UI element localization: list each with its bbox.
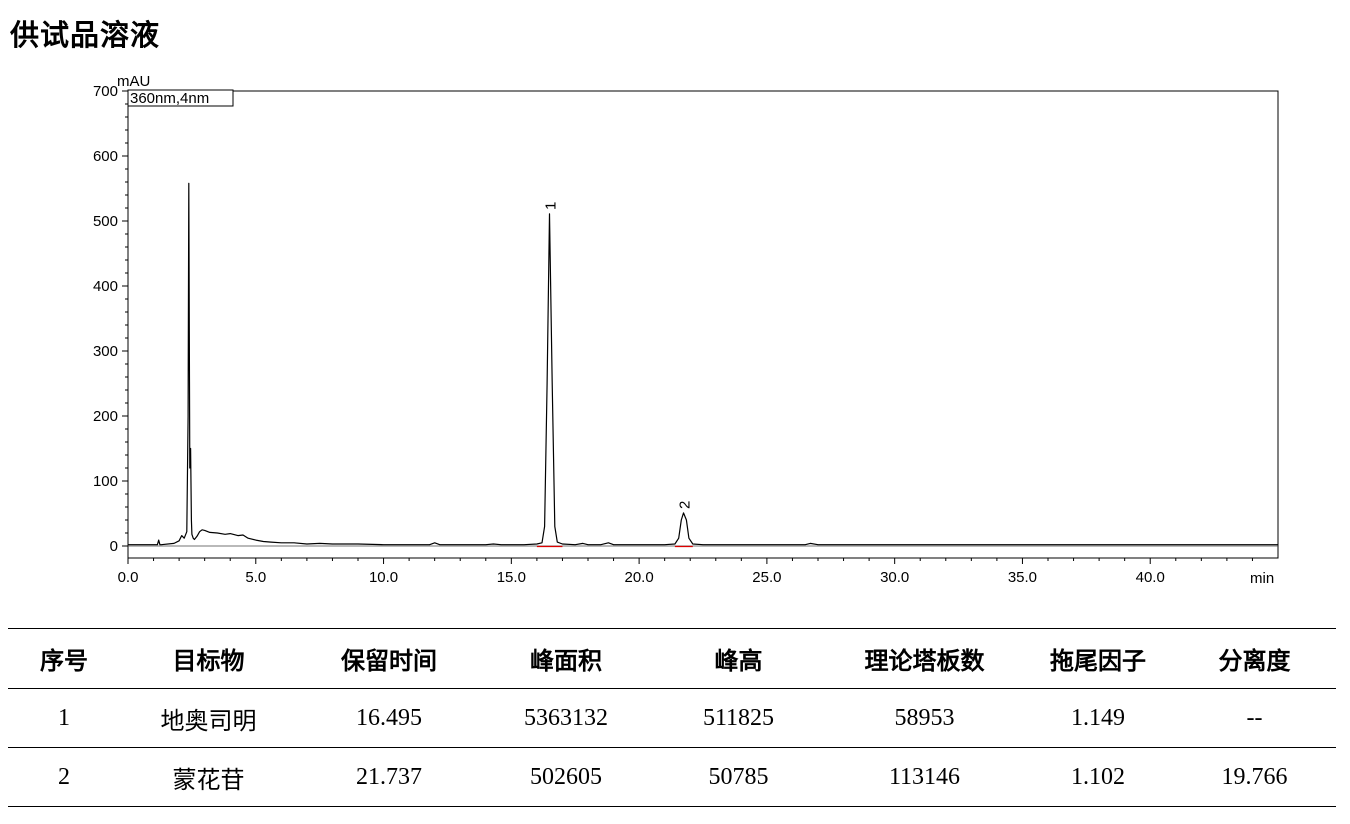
legend-label: 360nm,4nm (130, 90, 209, 107)
chart-axes: 0 100 200 300 400 500 600 700 0.0 5.0 10.0 15.0 20.0… (93, 83, 1279, 586)
y-tick-label: 200 (93, 408, 118, 425)
table-cell: 16.495 (297, 688, 481, 748)
peak-label: 2 (676, 501, 693, 509)
x-tick-label: 30.0 (880, 569, 909, 586)
results-table: 序号 目标物 保留时间 峰面积 峰高 理论塔板数 拖尾因子 分离度 1 地奥司明… (8, 628, 1336, 807)
plot-frame (127, 90, 1279, 559)
header-cell: 峰面积 (481, 628, 651, 689)
header-cell: 目标物 (120, 628, 297, 689)
table-cell: 21.737 (297, 747, 481, 807)
x-axis-label: min (1250, 570, 1274, 587)
x-tick-label: 15.0 (497, 569, 526, 586)
table-row: 2 蒙花苷 21.737 502605 50785 113146 1.102 1… (8, 747, 1336, 807)
table-cell: 50785 (651, 747, 826, 807)
x-tick-label: 0.0 (118, 569, 139, 586)
table-row: 1 地奥司明 16.495 5363132 511825 58953 1.149… (8, 688, 1336, 748)
table-cell: 5363132 (481, 688, 651, 748)
y-tick-label: 0 (110, 538, 118, 555)
header-cell: 理论塔板数 (826, 628, 1023, 689)
table-cell: -- (1173, 688, 1336, 748)
x-tick-label: 25.0 (752, 569, 781, 586)
table-cell: 地奥司明 (120, 688, 297, 748)
table-cell: 19.766 (1173, 747, 1336, 807)
x-tick-label: 40.0 (1136, 569, 1165, 586)
x-tick-label: 10.0 (369, 569, 398, 586)
header-cell: 拖尾因子 (1023, 628, 1173, 689)
y-tick-label: 300 (93, 343, 118, 360)
table-cell: 2 (8, 747, 120, 807)
table-cell: 511825 (651, 688, 826, 748)
header-cell: 序号 (8, 628, 120, 689)
chromatogram-trace (128, 182, 1278, 546)
peak-label: 1 (543, 202, 560, 210)
y-tick-label: 500 (93, 213, 118, 230)
table-cell: 1.102 (1023, 747, 1173, 807)
y-tick-label: 700 (93, 83, 118, 100)
table-cell: 1 (8, 688, 120, 748)
table-header-row: 序号 目标物 保留时间 峰面积 峰高 理论塔板数 拖尾因子 分离度 (8, 628, 1336, 689)
y-tick-label: 600 (93, 148, 118, 165)
header-cell: 分离度 (1173, 628, 1336, 689)
y-tick-label: 400 (93, 278, 118, 295)
header-cell: 保留时间 (297, 628, 481, 689)
y-tick-label: 100 (93, 473, 118, 490)
x-tick-label: 5.0 (245, 569, 266, 586)
y-axis-label: mAU (117, 73, 150, 90)
table-cell: 1.149 (1023, 688, 1173, 748)
table-cell: 蒙花苷 (120, 747, 297, 807)
table-cell: 58953 (826, 688, 1023, 748)
table-cell: 502605 (481, 747, 651, 807)
x-tick-label: 35.0 (1008, 569, 1037, 586)
chromatogram-chart: 0 100 200 300 400 500 600 700 0.0 5.0 10.0 15.0 20.0… (93, 73, 1279, 587)
chart-plot-area: 12 (128, 182, 1278, 548)
x-tick-label: 20.0 (625, 569, 654, 586)
table-cell: 113146 (826, 747, 1023, 807)
header-cell: 峰高 (651, 628, 826, 689)
